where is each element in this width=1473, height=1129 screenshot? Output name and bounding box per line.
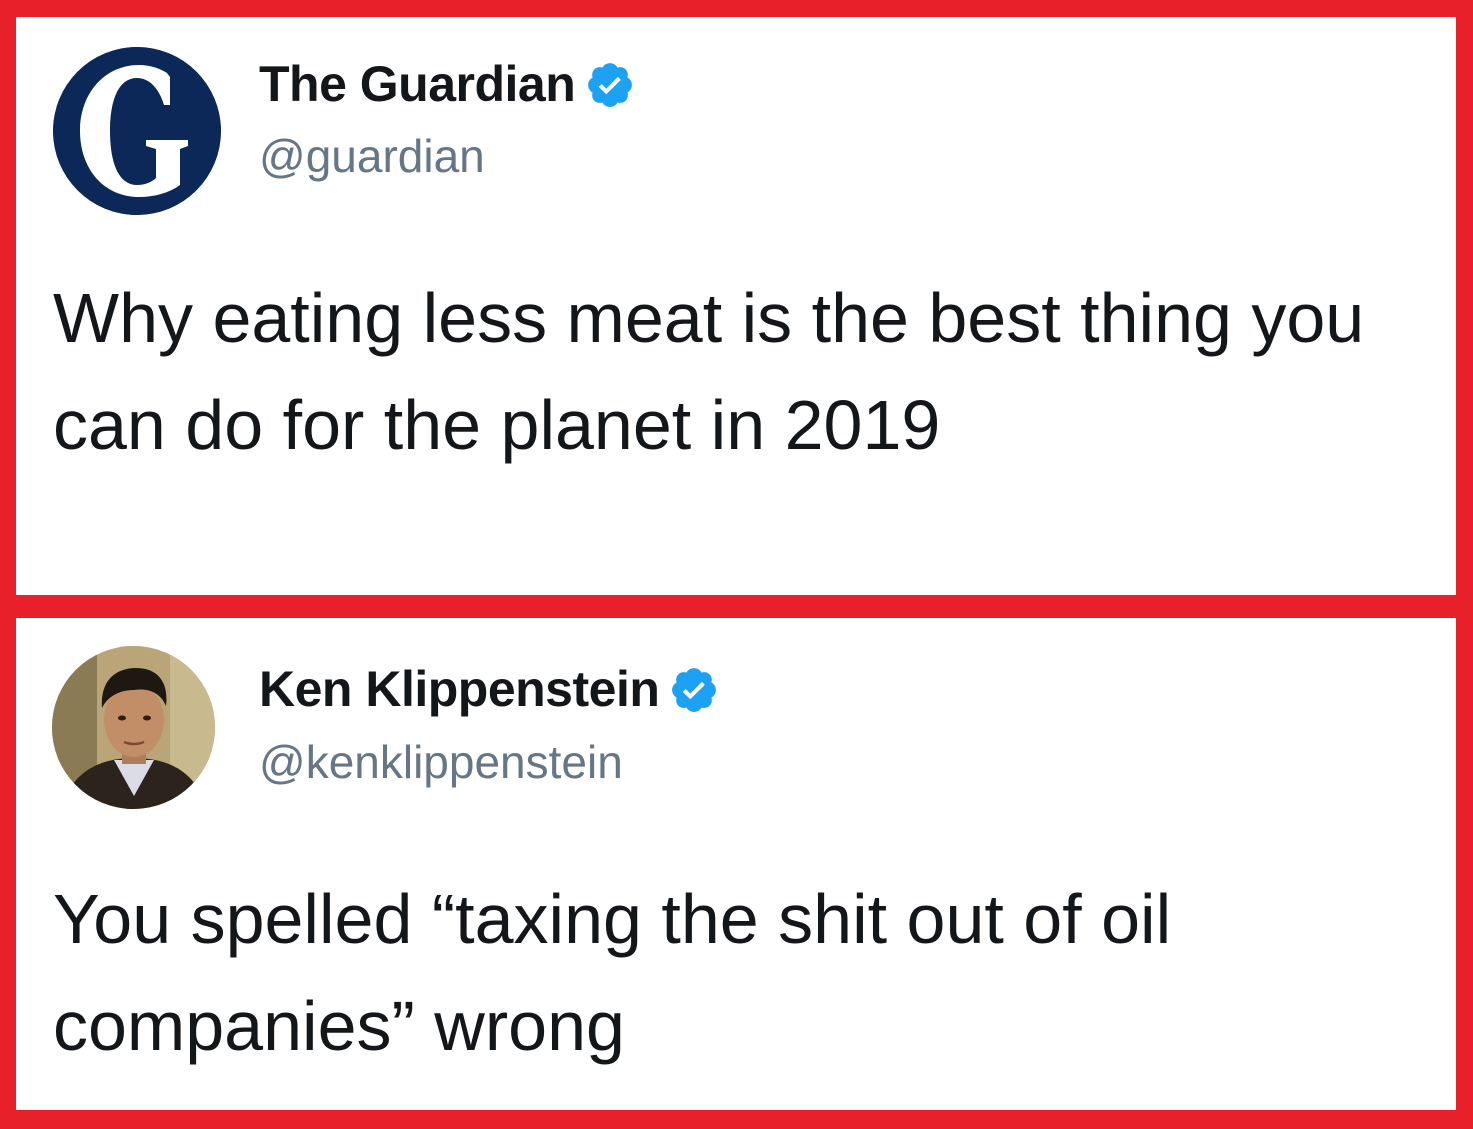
- author-handle[interactable]: @kenklippenstein: [259, 735, 623, 789]
- tweet-card-guardian[interactable]: The Guardian @guardian Why eating less m…: [16, 17, 1456, 595]
- author-name[interactable]: Ken Klippenstein: [259, 660, 660, 718]
- tweet-text: Why eating less meat is the best thing y…: [53, 279, 1384, 464]
- author-name-row: Ken Klippenstein: [259, 656, 719, 722]
- author-name-row: The Guardian: [259, 51, 635, 117]
- tweet-text: You spelled “taxing the shit out of oil …: [53, 880, 1191, 1065]
- guardian-g-icon: [53, 47, 221, 215]
- person-photo-icon: [52, 646, 215, 809]
- author-name[interactable]: The Guardian: [259, 55, 576, 113]
- guardian-logo-avatar[interactable]: [53, 47, 221, 215]
- tweet-card-klippenstein[interactable]: Ken Klippenstein @kenklippenstein You sp…: [16, 618, 1456, 1110]
- profile-photo-avatar[interactable]: [52, 646, 215, 809]
- verified-badge-icon: [672, 668, 717, 712]
- author-handle[interactable]: @guardian: [259, 129, 485, 183]
- verified-badge-icon: [588, 63, 633, 107]
